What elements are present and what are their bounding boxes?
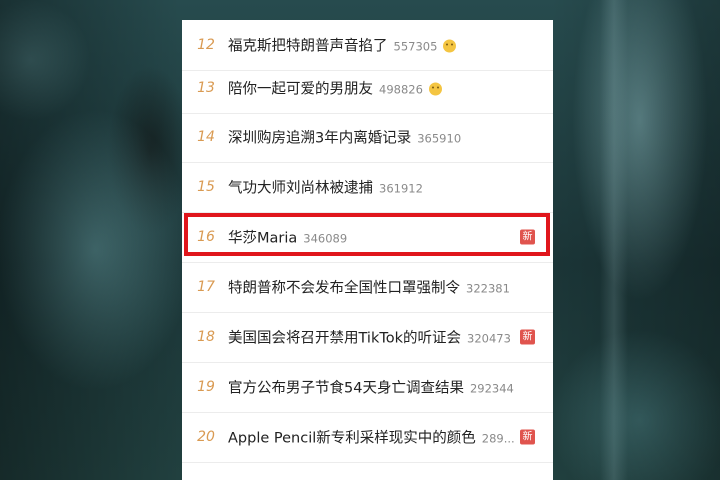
trending-rank: 17	[197, 279, 215, 295]
trending-rank: 15	[197, 179, 215, 195]
trending-title: 气功大师刘尚林被逮捕	[228, 180, 373, 197]
cute-emoji-icon	[428, 82, 442, 96]
trending-title-wrap: 福克斯把特朗普声音掐了 557305	[228, 35, 457, 56]
trending-title-wrap: 官方公布男子节食54天身亡调查结果 292344	[228, 377, 514, 398]
grin-emoji-icon	[443, 39, 457, 53]
trending-count: 361912	[379, 181, 423, 196]
background-shade-left	[0, 0, 180, 480]
trending-item-20[interactable]: 20 Apple Pencil新专利采样现实中的颜色 289... 新	[182, 412, 553, 463]
trending-rank: 13	[197, 80, 215, 96]
trending-title: 陪你一起可爱的男朋友	[228, 81, 373, 98]
trending-title-wrap: 深圳购房追溯3年内离婚记录 365910	[228, 127, 461, 148]
new-badge: 新	[520, 429, 535, 445]
trending-count: 322381	[466, 281, 510, 296]
new-badge: 新	[520, 329, 535, 345]
new-badge: 新	[520, 229, 535, 245]
background-shade-right	[550, 0, 720, 480]
trending-title: 华莎Maria	[228, 230, 298, 247]
trending-count: 346089	[303, 231, 348, 246]
trending-title: 特朗普称不会发布全国性口罩强制令	[228, 280, 460, 297]
trending-rank: 14	[197, 129, 215, 145]
trending-item-17[interactable]: 17 特朗普称不会发布全国性口罩强制令 322381	[182, 262, 553, 313]
trending-rank: 12	[197, 37, 215, 53]
trending-count: 292344	[469, 381, 514, 396]
trending-title-wrap: 特朗普称不会发布全国性口罩强制令 322381	[228, 277, 510, 298]
trending-title-wrap: 气功大师刘尚林被逮捕 361912	[228, 177, 423, 198]
trending-title-wrap: 华莎Maria 346089	[228, 227, 347, 248]
trending-title: 福克斯把特朗普声音掐了	[228, 38, 388, 55]
trending-title: 美国国会将召开禁用TikTok的听证会	[228, 330, 461, 347]
trending-title: 官方公布男子节食54天身亡调查结果	[228, 380, 464, 397]
trending-item-19[interactable]: 19 官方公布男子节食54天身亡调查结果 292344	[182, 362, 553, 413]
trending-title: Apple Pencil新专利采样现实中的颜色	[228, 430, 476, 447]
trending-item-18[interactable]: 18 美国国会将召开禁用TikTok的听证会 320473 新	[182, 312, 553, 363]
trending-title-wrap: 陪你一起可爱的男朋友 498826	[228, 78, 442, 99]
trending-count: 365910	[417, 131, 462, 146]
trending-item-14[interactable]: 14 深圳购房追溯3年内离婚记录 365910	[182, 112, 553, 163]
trending-title: 深圳购房追溯3年内离婚记录	[228, 130, 412, 147]
trending-rank: 19	[197, 379, 215, 395]
trending-rank: 20	[197, 429, 215, 445]
trending-item-16[interactable]: 16 华莎Maria 346089 新	[182, 212, 553, 263]
trending-item-15[interactable]: 15 气功大师刘尚林被逮捕 361912	[182, 162, 553, 213]
trending-rank: 16	[197, 229, 215, 245]
trending-item-13[interactable]: 13 陪你一起可爱的男朋友 498826	[182, 63, 553, 114]
trending-count: 289...	[481, 431, 515, 446]
trending-rank: 18	[197, 329, 215, 345]
trending-list: 12 福克斯把特朗普声音掐了 557305 13 陪你一起可爱的男朋友 498826…	[182, 20, 553, 480]
trending-count: 498826	[379, 82, 423, 97]
trending-count: 320473	[467, 331, 511, 346]
trending-title-wrap: Apple Pencil新专利采样现实中的颜色 289...	[228, 427, 515, 448]
trending-count: 557305	[393, 39, 438, 54]
trending-title-wrap: 美国国会将召开禁用TikTok的听证会 320473	[228, 327, 511, 348]
